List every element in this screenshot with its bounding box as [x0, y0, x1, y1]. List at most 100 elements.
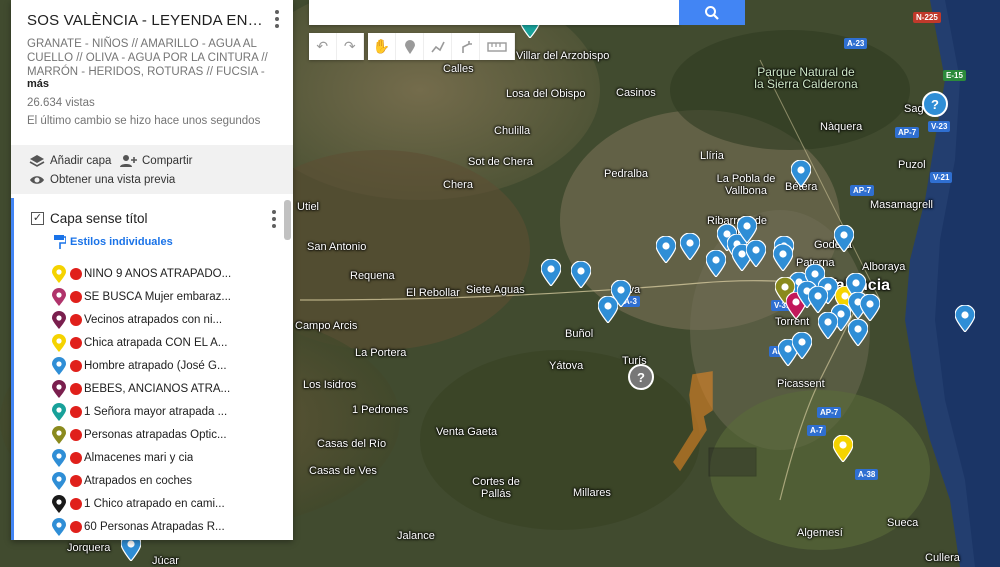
help-marker-icon[interactable]: ?	[628, 364, 654, 390]
map-label: Yátova	[549, 360, 584, 372]
road-shield: A-38	[855, 469, 879, 480]
layer-item[interactable]: 1 Señora mayor atrapada ...	[52, 400, 292, 423]
layer-item[interactable]: NIÑO 9 AÑOS ATRAPADO...	[52, 262, 292, 285]
map-label: Buñol	[565, 328, 594, 340]
road-shield: AP-7	[850, 185, 875, 196]
road-shield: V-21	[930, 172, 953, 183]
map-marker-icon[interactable]	[679, 232, 701, 261]
draw-line-icon[interactable]	[424, 33, 452, 60]
marker-icon	[52, 356, 66, 375]
layer-item-label: Atrapados en coches	[84, 474, 193, 487]
view-count: 26.634 vistas	[27, 97, 95, 109]
map-label: Utiel	[297, 201, 320, 213]
add-layer-label: Añadir capa	[50, 155, 112, 167]
add-layer-button[interactable]: Añadir capa	[29, 154, 111, 168]
marker-icon	[52, 448, 66, 467]
more-link[interactable]: más	[27, 78, 49, 90]
layer-name[interactable]: Capa sense títol	[50, 211, 148, 226]
layer-item[interactable]: Vecinos atrapados con ni...	[52, 308, 292, 331]
search-icon	[705, 5, 719, 20]
marker-icon	[52, 287, 66, 306]
marker-icon	[52, 264, 66, 283]
layer-item[interactable]: 60 Personas Atrapadas R...	[52, 515, 292, 538]
layer-item[interactable]: Chica atrapada CON EL A...	[52, 331, 292, 354]
map-marker-icon[interactable]	[790, 159, 812, 188]
map-marker-icon[interactable]	[745, 239, 767, 268]
map-label: Pedralba	[604, 168, 649, 180]
search-button[interactable]	[679, 0, 745, 25]
map-marker-icon[interactable]	[705, 249, 727, 278]
map-marker-icon[interactable]	[832, 434, 854, 463]
layer-item[interactable]: BEBES, ANCIANOS ATRA...	[52, 377, 292, 400]
search-input[interactable]	[309, 0, 679, 25]
layer-item[interactable]: 1 Chico atrapado en cami...	[52, 492, 292, 515]
map-side-panel: SOS VALÈNCIA - LEYENDA EN DE... GRANATE …	[11, 0, 293, 540]
map-label: Jalance	[397, 530, 435, 542]
layer-item[interactable]: Hombre atrapado (José G...	[52, 354, 292, 377]
map-marker-icon[interactable]	[807, 285, 829, 314]
road-shield: A-23	[844, 38, 868, 49]
map-options-icon[interactable]	[270, 9, 284, 29]
map-label: Calles	[443, 63, 474, 75]
marker-icon	[52, 310, 66, 329]
map-marker-icon[interactable]	[833, 224, 855, 253]
map-marker-icon[interactable]	[817, 311, 839, 340]
marker-icon	[52, 471, 66, 490]
red-circle-icon	[70, 451, 82, 464]
map-marker-icon[interactable]	[791, 331, 813, 360]
preview-button[interactable]: Obtener una vista previa	[29, 174, 175, 186]
map-marker-icon[interactable]	[772, 243, 794, 272]
map-label: Millares	[573, 487, 611, 499]
map-label: Masamagrell	[870, 199, 933, 211]
map-label-park: Parque Natural de la Sierra Calderona	[754, 65, 858, 91]
layer-item[interactable]: Atrapados en coches	[52, 469, 292, 492]
map-marker-icon[interactable]	[570, 260, 592, 289]
ruler-icon[interactable]	[480, 33, 515, 60]
map-marker-icon[interactable]	[540, 258, 562, 287]
red-circle-icon	[70, 497, 82, 510]
last-change-text: El último cambio se hizo hace unos segun…	[27, 115, 261, 127]
map-title[interactable]: SOS VALÈNCIA - LEYENDA EN DE...	[27, 12, 263, 29]
add-person-icon	[120, 155, 137, 167]
map-marker-icon[interactable]	[597, 295, 619, 324]
marker-icon	[52, 333, 66, 352]
map-marker-icon[interactable]	[847, 318, 869, 347]
layer-section: ✓ Capa sense títol Estilos individuales …	[11, 198, 293, 540]
undo-icon[interactable]: ↶	[309, 33, 337, 60]
layer-visibility-checkbox[interactable]: ✓	[31, 212, 44, 225]
red-circle-icon	[70, 520, 82, 533]
map-label: El Rebollar	[406, 287, 460, 299]
map-label: Casas del Río	[317, 438, 387, 450]
map-label: Requena	[350, 270, 395, 282]
marker-icon	[52, 402, 66, 421]
hand-icon[interactable]: ✋	[368, 33, 396, 60]
layer-item[interactable]: SE BUSCA Mujer embaraz...	[52, 285, 292, 308]
map-marker-icon[interactable]	[859, 293, 881, 322]
directions-icon[interactable]	[452, 33, 480, 60]
map-label: Cullera	[925, 552, 960, 564]
road-shield: AP-7	[817, 407, 842, 418]
marker-icon	[52, 379, 66, 398]
map-label: Júcar	[152, 555, 179, 567]
drawing-toolbar: ✋	[368, 33, 515, 60]
road-shield: N-225	[913, 12, 941, 23]
map-marker-icon[interactable]	[954, 304, 976, 333]
panel-scrollbar[interactable]	[284, 200, 291, 240]
map-label: Casas de Ves	[309, 465, 377, 477]
map-label: Los Isidros	[303, 379, 357, 391]
map-label: Siete Aguas	[466, 284, 525, 296]
help-marker-icon[interactable]: ?	[922, 91, 948, 117]
map-marker-icon[interactable]	[655, 235, 677, 264]
share-button[interactable]: Compartir	[119, 154, 192, 168]
map-marker-icon[interactable]	[736, 215, 758, 244]
layer-options-icon[interactable]	[267, 209, 281, 229]
layer-item-label: Vecinos atrapados con ni...	[84, 313, 223, 326]
redo-icon[interactable]: ↷	[337, 33, 364, 60]
red-circle-icon	[70, 313, 82, 326]
red-circle-icon	[70, 474, 82, 487]
layer-item[interactable]: Personas atrapadas Óptic...	[52, 423, 292, 446]
road-shield: E-15	[943, 70, 966, 81]
add-marker-icon[interactable]	[396, 33, 424, 60]
styles-link[interactable]: Estilos individuales	[54, 235, 173, 249]
layer-item[interactable]: Almacenes mari y cia	[52, 446, 292, 469]
